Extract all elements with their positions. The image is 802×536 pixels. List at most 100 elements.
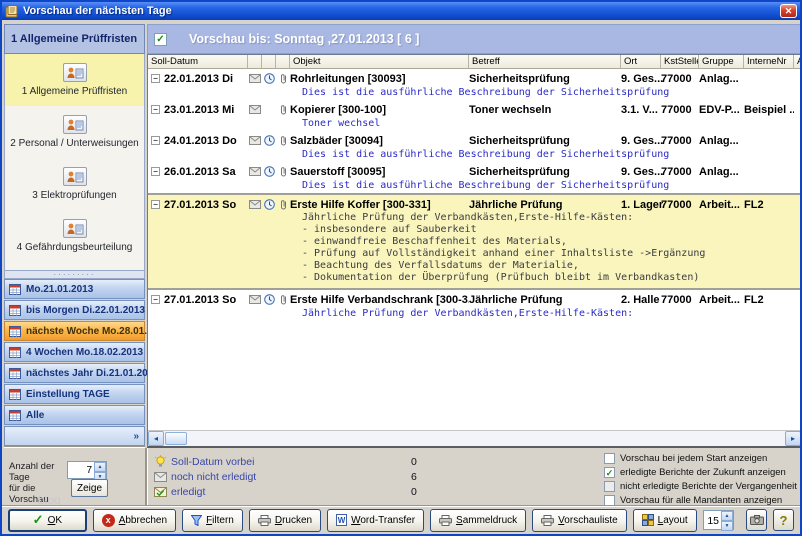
row-description: Toner wechsel [148, 117, 801, 130]
option-show-future-done[interactable]: ✓ erledigte Berichte der Zukunft anzeige… [604, 465, 802, 479]
close-button[interactable]: ✕ [780, 4, 797, 18]
mail-icon [248, 74, 262, 83]
dialog-window: Vorschau der nächsten Tage ✕ 1 Allgemein… [0, 0, 802, 536]
nav-button-label: Einstellung TAGE [26, 389, 110, 400]
spin-down-icon[interactable]: ▼ [721, 521, 733, 531]
collapse-toggle-icon[interactable]: − [151, 295, 160, 304]
panel-splitter[interactable]: ········· [4, 270, 145, 279]
column-attachment[interactable] [276, 55, 290, 69]
spin-up-icon[interactable]: ▲ [94, 462, 106, 472]
column-gruppe[interactable]: Gruppe [699, 55, 744, 69]
option-show-at-start[interactable]: Vorschau bei jedem Start anzeigen [604, 451, 802, 465]
horizontal-scrollbar[interactable]: ◂ ▸ [148, 430, 801, 446]
cell-date: 23.01.2013 Mi [164, 104, 234, 116]
preview-list-button[interactable]: Vorschauliste [532, 509, 626, 532]
mail-icon [248, 167, 262, 176]
title-bar[interactable]: Vorschau der nächsten Tage ✕ [2, 2, 800, 20]
word-transfer-button[interactable]: WWord-Transfer [327, 509, 424, 532]
cell-betreff: Jährliche Prüfung [469, 294, 621, 306]
column-objekt[interactable]: Objekt [290, 55, 469, 69]
chevron-more-icon: » [133, 431, 139, 442]
filter-button[interactable]: Filtern [182, 509, 243, 532]
paperclip-icon [276, 135, 290, 146]
rows-value[interactable]: 15 [704, 511, 721, 529]
status-item-overdue: Soll-Datum vorbei 0 [152, 454, 417, 469]
column-internenr[interactable]: InterneNr [744, 55, 794, 69]
row-description: Dies ist die ausführliche Beschreibung d… [148, 86, 801, 99]
collapse-toggle-icon[interactable]: − [151, 74, 160, 83]
preview-checkbox[interactable]: ✓ [154, 33, 167, 46]
clock-icon [262, 135, 276, 146]
printer-icon [439, 515, 452, 526]
cell-objekt: Erste Hilfe Verbandschrank [300-3... [290, 294, 469, 306]
column-kststelle[interactable]: KstStelle [661, 55, 699, 69]
checkbox-icon[interactable] [604, 453, 615, 464]
nav-button-settings-days[interactable]: Einstellung TAGE [4, 384, 145, 404]
nav-button-all[interactable]: Alle [4, 405, 145, 425]
cell-objekt: Kopierer [300-100] [290, 104, 469, 116]
camera-icon [750, 515, 764, 525]
check-icon: ✓ [33, 512, 44, 528]
collapse-toggle-icon[interactable]: − [151, 200, 160, 209]
cell-gruppe: Anlag... [699, 135, 744, 147]
days-value[interactable]: 7 [68, 462, 94, 478]
table-row[interactable]: −22.01.2013 Di Rohrleitungen [30093] Sic… [148, 69, 801, 100]
cell-internenr: FL2 [744, 199, 794, 211]
category-item-personal-unterweisungen[interactable]: 2 Personal / Unterweisungen [5, 106, 144, 158]
layout-button[interactable]: Layout [633, 509, 697, 532]
cancel-button[interactable]: xAbbrechen [93, 509, 176, 532]
rows-spinner[interactable]: 15 ▲ ▼ [703, 510, 734, 530]
nav-button-next-week[interactable]: nächste Woche Mo.28.01.2013 [4, 321, 145, 341]
scrollbar-thumb[interactable] [165, 432, 187, 445]
spin-up-icon[interactable]: ▲ [721, 511, 733, 521]
column-clock[interactable] [262, 55, 276, 69]
column-ort[interactable]: Ort [621, 55, 661, 69]
cell-gruppe: Anlag... [699, 73, 744, 85]
scroll-right-icon[interactable]: ▸ [785, 431, 801, 446]
nav-button-4-weeks[interactable]: 4 Wochen Mo.18.02.2013 [4, 342, 145, 362]
column-a[interactable]: A [794, 55, 801, 69]
category-item-elektropruefungen[interactable]: 3 Elektroprüfungen [5, 158, 144, 210]
collapse-toggle-icon[interactable]: − [151, 167, 160, 176]
cell-kststelle: 77000 [661, 199, 699, 211]
table-row[interactable]: −26.01.2013 Sa Sauerstoff [30095] Sicher… [148, 162, 801, 193]
print-button[interactable]: Drucken [249, 509, 321, 532]
category-item-allgemeine-prueffristen[interactable]: 1 Allgemeine Prüffristen [5, 54, 144, 106]
collapse-toggle-icon[interactable]: − [151, 136, 160, 145]
row-description: Jährliche Prüfung der Verbandkästen,Erst… [148, 212, 801, 284]
screenshot-button[interactable] [746, 509, 767, 531]
nav-button-label: bis Morgen Di.22.01.2013 [26, 305, 145, 316]
cell-gruppe: Arbeit... [699, 199, 744, 211]
table-row[interactable]: −24.01.2013 Do Salzbäder [30094] Sicherh… [148, 131, 801, 162]
nav-button-tomorrow[interactable]: bis Morgen Di.22.01.2013 [4, 300, 145, 320]
checkbox-checked-icon[interactable]: ✓ [604, 467, 615, 478]
column-betreff[interactable]: Betreff [469, 55, 621, 69]
option-show-past-open[interactable]: nicht erledigte Berichte der Vergangenhe… [604, 479, 802, 493]
mail-icon [248, 105, 262, 114]
column-soll-datum[interactable]: Soll-Datum [148, 55, 248, 69]
batch-print-button[interactable]: Sammeldruck [430, 509, 526, 532]
checkbox-icon[interactable] [604, 481, 615, 492]
nav-button-next-year[interactable]: nächstes Jahr Di.21.01.2014 [4, 363, 145, 383]
funnel-icon [191, 515, 202, 526]
paperclip-icon [276, 104, 290, 115]
ok-button[interactable]: ✓OK [8, 509, 87, 532]
show-button[interactable]: Zeige [71, 479, 108, 497]
nav-more-button[interactable]: » [4, 426, 145, 446]
cell-kststelle: 77000 [661, 166, 699, 178]
help-button[interactable]: ? [773, 509, 794, 531]
collapse-toggle-icon[interactable]: − [151, 105, 160, 114]
category-label: 2 Personal / Unterweisungen [10, 138, 138, 149]
category-item-gefaehrdungsbeurteilung[interactable]: 4 Gefährdungsbeurteilung [5, 210, 144, 262]
table-row[interactable]: −27.01.2013 So Erste Hilfe Verbandschran… [148, 290, 801, 321]
table-row[interactable]: −23.01.2013 Mi Kopierer [300-100] Toner … [148, 100, 801, 131]
scrollbar-track[interactable] [164, 431, 785, 446]
scroll-left-icon[interactable]: ◂ [148, 431, 164, 446]
checkbox-icon[interactable] [604, 495, 615, 506]
table-row-selected[interactable]: −27.01.2013 So Erste Hilfe Koffer [300-3… [148, 193, 801, 290]
column-mail[interactable] [248, 55, 262, 69]
status-count: 0 [411, 486, 417, 498]
days-spinner[interactable]: 7 ▲ ▼ [67, 461, 107, 479]
cell-ort: 9. Ges... [621, 73, 661, 85]
nav-button-today[interactable]: Mo.21.01.2013 [4, 279, 145, 299]
